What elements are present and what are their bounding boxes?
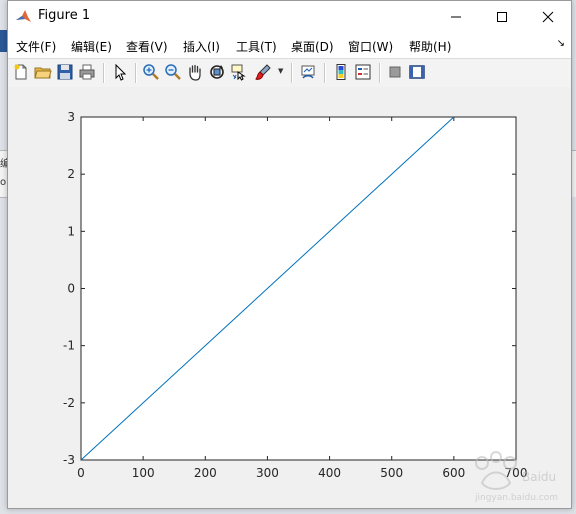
menu-help[interactable]: 帮助(H) <box>409 38 451 55</box>
x-tick-label: 500 <box>380 466 403 480</box>
menu-insert[interactable]: 插入(I) <box>183 38 220 55</box>
y-tick-label: -2 <box>63 396 75 410</box>
colorbar-icon[interactable] <box>332 63 350 81</box>
menu-tools[interactable]: 工具(T) <box>236 38 277 55</box>
matlab-logo-icon <box>15 8 32 25</box>
minimize-icon <box>451 16 461 17</box>
save-icon[interactable] <box>56 63 74 81</box>
menu-view[interactable]: 查看(V) <box>126 38 168 55</box>
maximize-button[interactable] <box>479 1 525 32</box>
x-tick-label: 400 <box>318 466 341 480</box>
watermark-url: jingyan.baidu.com <box>474 493 558 503</box>
y-tick-label: 3 <box>67 110 75 124</box>
figure-toolbar: ▼ <box>8 58 571 88</box>
axes-box[interactable] <box>80 116 517 461</box>
close-button[interactable] <box>525 1 571 32</box>
zoom-out-icon[interactable] <box>164 63 182 81</box>
x-tick-label: 200 <box>194 466 217 480</box>
x-tick-label: 100 <box>132 466 155 480</box>
toolbar-separator <box>291 63 293 83</box>
link-plot-icon[interactable] <box>299 63 317 81</box>
brush-dropdown-icon[interactable]: ▼ <box>278 67 283 75</box>
toolbar-separator <box>324 63 326 83</box>
y-tick-label: 0 <box>67 282 75 296</box>
maximize-icon <box>497 11 507 22</box>
print-icon[interactable] <box>78 63 96 81</box>
menu-edit[interactable]: 编辑(E) <box>71 38 112 55</box>
toolbar-separator <box>135 63 137 83</box>
x-tick-label: 0 <box>77 466 85 480</box>
watermark-brand: Baidu <box>522 470 556 484</box>
y-tick-label: 2 <box>67 167 75 181</box>
brush-icon[interactable] <box>254 63 272 81</box>
zoom-in-icon[interactable] <box>142 63 160 81</box>
data-cursor-icon[interactable] <box>230 63 248 81</box>
menu-window[interactable]: 窗口(W) <box>348 38 393 55</box>
y-tick-label: -1 <box>63 339 75 353</box>
rotate-3d-icon[interactable] <box>208 63 226 81</box>
edit-plot-arrow-icon[interactable] <box>111 63 129 81</box>
menu-bar: 文件(F) 编辑(E) 查看(V) 插入(I) 工具(T) 桌面(D) 窗口(W… <box>8 32 571 58</box>
pan-hand-icon[interactable] <box>186 63 204 81</box>
legend-icon[interactable] <box>354 63 372 81</box>
toolbar-separator <box>103 63 105 83</box>
y-tick-label: -3 <box>63 453 75 467</box>
window-title: Figure 1 <box>38 8 91 23</box>
y-tick-label: 1 <box>67 224 75 238</box>
menu-desktop[interactable]: 桌面(D) <box>291 38 334 55</box>
menu-overflow-icon[interactable]: ↘ <box>557 38 565 49</box>
hide-plot-tools-icon[interactable] <box>386 63 404 81</box>
minimize-button[interactable] <box>433 1 479 32</box>
title-bar[interactable]: Figure 1 <box>8 1 571 32</box>
close-icon <box>542 11 554 22</box>
menu-file[interactable]: 文件(F) <box>16 38 56 55</box>
open-file-icon[interactable] <box>34 63 52 81</box>
toolbar-separator <box>379 63 381 83</box>
line-plot[interactable]: 0 100 200 300 400 500 600 7003210-1-2-3 <box>8 87 571 508</box>
show-plot-tools-icon[interactable] <box>408 63 426 81</box>
figure-window: Figure 1 文件(F) 编辑(E) 查看(V) 插入(I) 工具(T) 桌… <box>7 0 572 509</box>
baidu-watermark-logo: Baidu jingyan.baidu.com <box>474 451 558 503</box>
figure-canvas[interactable]: 0 100 200 300 400 500 600 700 3 2 1 0 -1 -2 -3 <box>8 87 571 508</box>
new-figure-icon[interactable] <box>12 63 30 81</box>
x-tick-label: 300 <box>256 466 279 480</box>
